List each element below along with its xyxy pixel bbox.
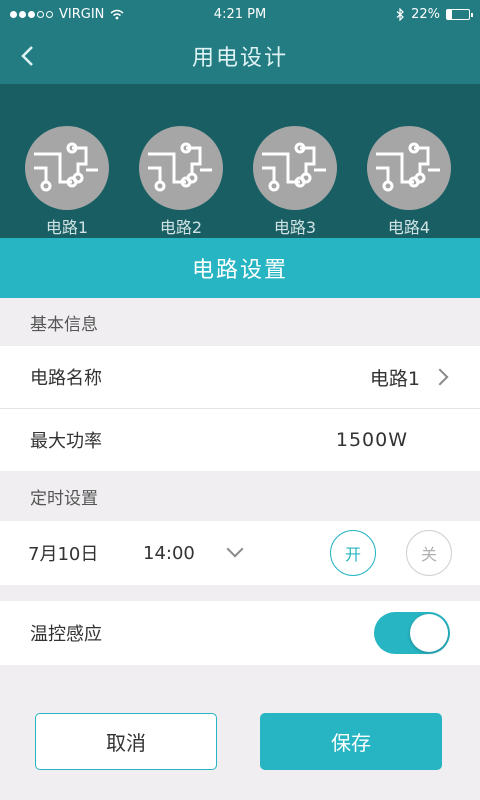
temp-sensing-toggle[interactable] — [374, 612, 450, 654]
nav-bar: 用电设计 — [0, 28, 480, 84]
circuit-label: 电路1 — [45, 218, 89, 237]
battery-percent: 22% — [411, 6, 440, 22]
temp-sensing-label: 温控感应 — [30, 624, 102, 645]
max-power-row: 最大功率 1500W — [0, 409, 480, 471]
temp-sensing-row: 温控感应 — [0, 601, 480, 665]
status-right: 22% — [300, 6, 473, 22]
circuit-name-label: 电路名称 — [30, 368, 102, 389]
timer-off-button[interactable]: 关 — [406, 530, 452, 576]
sheet-title: 电路设置 — [0, 238, 480, 298]
timer-time[interactable]: 14:00 — [143, 543, 229, 564]
circuit-item-2[interactable]: 电路2 — [136, 126, 226, 238]
cancel-button[interactable]: 取消 — [35, 713, 217, 770]
circuit-item-1[interactable]: 电路1 — [22, 126, 112, 238]
timer-row: 7月10日 14:00 开 关 — [0, 521, 480, 585]
bluetooth-icon — [396, 7, 404, 21]
circuit-item-4[interactable]: 电路4 — [364, 126, 454, 238]
back-button[interactable] — [10, 38, 46, 74]
circuit-selector: 电路1 电路2 电路3 电路4 — [0, 84, 480, 238]
circuit-board-icon — [367, 126, 451, 210]
circuit-label: 电路3 — [273, 218, 317, 237]
circuit-label: 电路4 — [387, 218, 431, 237]
wifi-icon — [110, 9, 124, 19]
status-bar: VIRGIN 4:21 PM 22% — [0, 0, 480, 28]
status-left: VIRGIN — [10, 7, 180, 22]
circuit-board-icon — [25, 126, 109, 210]
circuit-name-value: 电路1 — [369, 367, 420, 390]
toggle-knob — [410, 614, 448, 652]
section-timer: 定时设置 — [0, 472, 480, 520]
section-basic-info: 基本信息 — [0, 298, 480, 346]
battery-fill — [447, 9, 452, 19]
circuit-name-value-group: 电路1 — [370, 364, 450, 391]
circuit-label: 电路2 — [159, 218, 203, 237]
chevron-down-icon[interactable] — [226, 540, 244, 558]
timer-toggle-group: 开 关 — [330, 530, 452, 576]
circuit-item-3[interactable]: 电路3 — [250, 126, 340, 238]
page-title: 用电设计 — [191, 46, 288, 71]
chevron-right-icon — [431, 368, 449, 386]
max-power-label: 最大功率 — [30, 431, 102, 452]
status-time: 4:21 PM — [213, 6, 267, 22]
timer-date[interactable]: 7月10日 — [28, 540, 143, 566]
max-power-value: 1500W — [335, 429, 408, 451]
circuit-board-icon — [139, 126, 223, 210]
circuit-board-icon — [253, 126, 337, 210]
timer-on-button[interactable]: 开 — [330, 530, 376, 576]
chevron-left-icon — [21, 46, 33, 66]
circuit-name-row[interactable]: 电路名称 电路1 — [0, 346, 480, 408]
battery-icon — [446, 8, 473, 20]
save-button[interactable]: 保存 — [260, 713, 442, 770]
signal-strength-icon — [10, 10, 53, 18]
carrier-name: VIRGIN — [59, 6, 105, 22]
